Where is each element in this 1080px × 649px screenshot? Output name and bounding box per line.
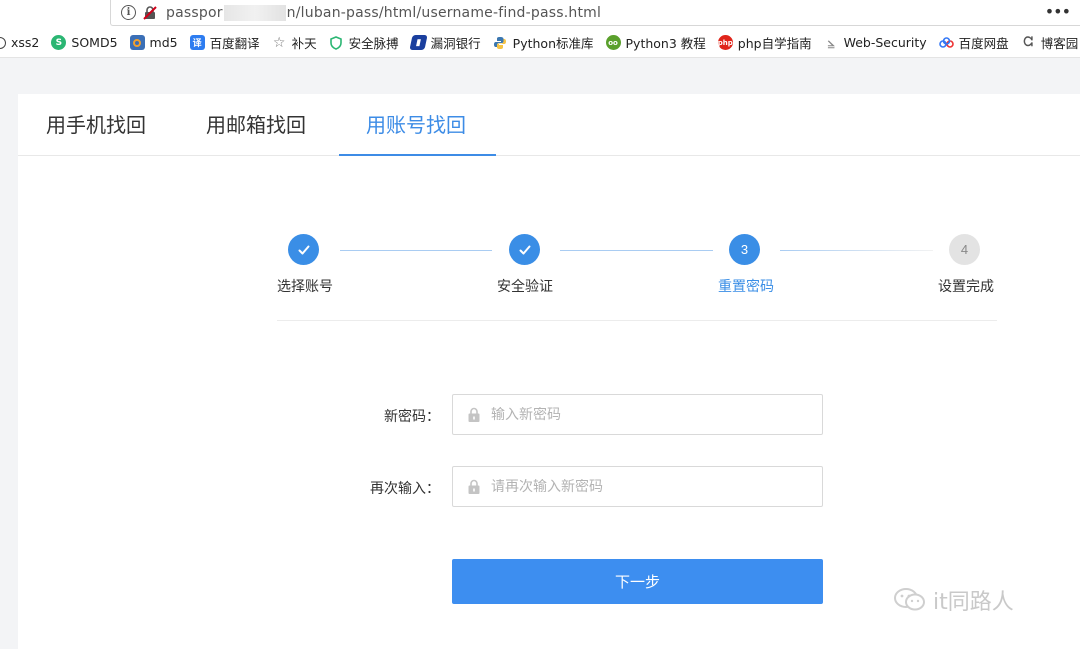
watermark: it同路人: [893, 584, 1014, 616]
bookmark-cnblogs[interactable]: ᘳ 博客园: [1021, 33, 1079, 52]
web-security-icon: ⦥: [827, 35, 835, 49]
insecure-lock-icon[interactable]: [142, 5, 158, 21]
tab-email-recovery[interactable]: 用邮箱找回: [206, 94, 306, 156]
runoob-icon: oo: [605, 35, 621, 50]
somd5-icon: S: [51, 35, 67, 50]
bookmark-web-security[interactable]: ⦥ Web-Security: [824, 35, 927, 50]
bookmark-label: 漏洞银行: [430, 36, 481, 51]
bookmark-butian[interactable]: ☆ 补天: [272, 33, 317, 52]
confirm-password-label: 再次输入：: [370, 481, 440, 497]
bookmark-loudong-bank[interactable]: ▮ 漏洞银行: [409, 33, 481, 52]
bookmark-md5[interactable]: md5: [129, 35, 178, 50]
bookmark-label: Python3 教程: [625, 36, 706, 51]
step-connector-2: [560, 250, 713, 251]
bank-icon: ▮: [409, 35, 428, 50]
python-icon: [493, 35, 508, 50]
new-password-label: 新密码：: [384, 409, 440, 425]
step-2-circle: [509, 234, 540, 265]
step-1-circle: [288, 234, 319, 265]
step-number: 4: [960, 242, 969, 257]
bookmark-python-stdlib[interactable]: Python标准库: [493, 33, 594, 52]
step-connector-3: [780, 250, 933, 251]
bookmark-baidu-pan[interactable]: 百度网盘: [938, 33, 1009, 52]
md5-icon: [129, 35, 145, 50]
bookmark-somd5[interactable]: S SOMD5: [51, 35, 118, 50]
bookmark-label: 百度翻译: [209, 36, 260, 51]
watermark-text: it同路人: [933, 590, 1014, 615]
more-icon[interactable]: •••: [1045, 2, 1071, 21]
step-4-label: 设置完成: [938, 279, 994, 295]
url-redaction: [223, 4, 286, 21]
confirm-password-input[interactable]: [491, 478, 811, 495]
step-2-label: 安全验证: [497, 279, 553, 295]
bookmark-label: 博客园: [1040, 36, 1079, 51]
recovery-tabs: 用手机找回 用邮箱找回 用账号找回: [18, 94, 1080, 156]
url-suffix: n/luban-pass/html/username-find-pass.htm…: [286, 4, 602, 21]
new-password-field[interactable]: [452, 394, 823, 435]
step-connector-1: [340, 250, 492, 251]
url-box[interactable]: i passpor n/luban-pass/html/username-find…: [110, 0, 1080, 26]
bookmark-label: xss2: [11, 35, 40, 50]
bookmark-php-guide[interactable]: php php自学指南: [717, 33, 812, 52]
next-step-button[interactable]: 下一步: [452, 559, 823, 604]
step-3-circle: 3: [729, 234, 760, 265]
confirm-password-field[interactable]: [452, 466, 823, 507]
star-icon: ☆: [272, 34, 286, 51]
wechat-icon: [894, 588, 925, 611]
info-icon[interactable]: i: [121, 5, 136, 20]
step-3-label: 重置密码: [718, 279, 774, 295]
step-number: 3: [740, 242, 749, 257]
bookmark-xss2[interactable]: xss2: [0, 35, 39, 50]
check-icon: [298, 245, 309, 254]
lock-icon: [467, 479, 481, 495]
bookmark-anquanmaibo[interactable]: 安全脉搏: [329, 33, 399, 52]
step-4-circle: 4: [949, 234, 980, 265]
bookmark-label: SOMD5: [71, 35, 118, 50]
shield-icon: [329, 35, 344, 50]
blog-icon: ᘳ: [1023, 35, 1034, 50]
steps-divider: [277, 320, 997, 321]
check-icon: [519, 245, 530, 254]
url-text[interactable]: passpor n/luban-pass/html/username-find-p…: [166, 4, 602, 21]
bookmark-baidu-translate[interactable]: 译 百度翻译: [189, 33, 260, 52]
partial-icon: [0, 36, 6, 49]
active-tab-indicator: [339, 154, 496, 156]
bookmark-label: 补天: [291, 36, 317, 51]
url-prefix: passpor: [166, 4, 223, 21]
step-1-label: 选择账号: [277, 279, 333, 295]
php-icon: php: [717, 35, 733, 50]
tab-account-recovery[interactable]: 用账号找回: [366, 94, 466, 156]
browser-address-bar: i passpor n/luban-pass/html/username-find…: [0, 0, 1080, 28]
bookmark-label: Web-Security: [843, 35, 927, 50]
bookmarks-bar: xss2 S SOMD5 md5 译 百度翻译 ☆ 补天 安全脉搏 ▮ 漏洞银行…: [0, 28, 1080, 58]
translate-icon: 译: [189, 35, 205, 50]
bookmark-label: 安全脉搏: [348, 36, 399, 51]
lock-icon: [467, 407, 481, 423]
new-password-input[interactable]: [491, 406, 811, 423]
bookmark-label: 百度网盘: [958, 36, 1009, 51]
bookmark-label: md5: [149, 35, 178, 50]
bookmark-label: Python标准库: [512, 36, 594, 51]
tab-phone-recovery[interactable]: 用手机找回: [46, 94, 146, 156]
cloud-disk-icon: [938, 35, 954, 50]
bookmark-python3-tutorial[interactable]: oo Python3 教程: [605, 33, 706, 52]
find-password-card: 用手机找回 用邮箱找回 用账号找回 3 4 选择账号 安全验证 重置密码 设置完…: [18, 94, 1080, 649]
bookmark-label: php自学指南: [737, 36, 812, 51]
